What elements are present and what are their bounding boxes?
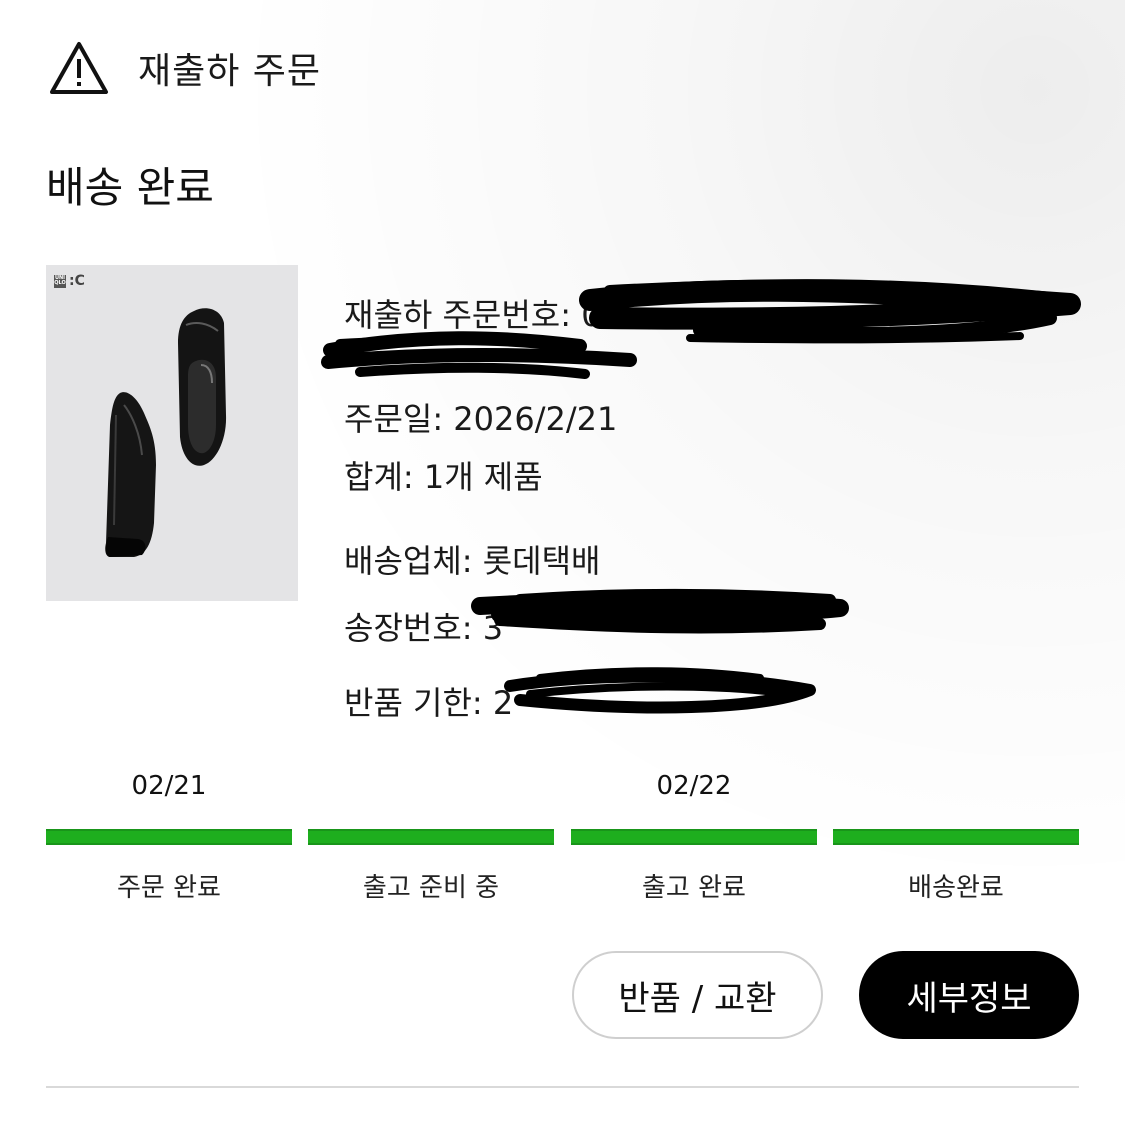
redaction-scribbles <box>321 279 1081 714</box>
step-order-complete: 주문 완료 <box>117 873 221 903</box>
step-delivered: 배송완료 <box>908 873 1004 903</box>
return-exchange-button[interactable]: 반품 / 교환 <box>572 951 823 1039</box>
step-shipped: 출고 완료 <box>642 873 746 903</box>
progress-bar-3 <box>571 829 817 845</box>
progress-bar-4 <box>833 829 1079 845</box>
progress-bar-2 <box>308 829 554 845</box>
step-date-3: 02/22 <box>656 771 732 801</box>
progress-bar-1 <box>46 829 292 845</box>
step-preparing-shipment: 출고 준비 중 <box>362 873 500 903</box>
details-button[interactable]: 세부정보 <box>859 951 1079 1039</box>
section-divider <box>46 1086 1079 1088</box>
step-date-1: 02/21 <box>131 771 207 801</box>
